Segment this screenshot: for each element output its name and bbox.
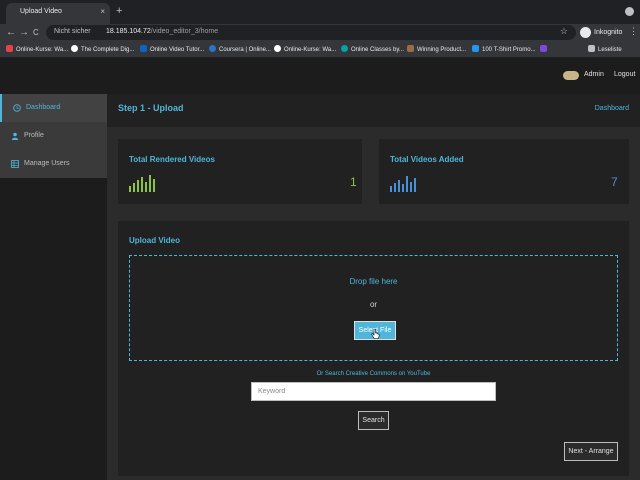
- window-control-icon[interactable]: [625, 7, 634, 16]
- forward-icon[interactable]: →: [19, 26, 29, 40]
- sidebar-item-profile[interactable]: Profile: [0, 122, 107, 150]
- stat-card-title: Total Rendered Videos: [129, 155, 215, 164]
- skillshare-icon: [341, 45, 348, 52]
- page-title: Step 1 - Upload: [118, 103, 184, 113]
- bookmark-item[interactable]: Online Classes by...: [341, 45, 404, 53]
- bookmark-item[interactable]: [540, 45, 550, 53]
- sidebar-item-label: Manage Users: [24, 160, 70, 167]
- keyword-search-input[interactable]: [251, 382, 496, 401]
- sidebar-item-manage-users[interactable]: Manage Users: [0, 150, 107, 178]
- stat-value-added: 7: [611, 175, 618, 189]
- youtube-search-link[interactable]: Or Search Creative Commons on YouTube: [118, 371, 629, 377]
- bookmark-favicon-icon: [274, 45, 281, 52]
- page-header: Step 1 - Upload Dashboard: [107, 94, 640, 127]
- address-bar[interactable]: Nicht sicher 18.185.104.72/video_editor_…: [46, 25, 576, 40]
- tab-close-icon[interactable]: ×: [100, 7, 105, 16]
- browser-tabstrip: Upload Video × +: [0, 0, 640, 24]
- table-icon: [11, 160, 19, 168]
- drop-text: Drop file here: [349, 277, 398, 286]
- coursera-icon: [209, 45, 216, 52]
- user-name[interactable]: Admin: [584, 71, 604, 78]
- breadcrumb[interactable]: Dashboard: [595, 105, 629, 112]
- bookmark-item[interactable]: The Complete Dig...: [71, 45, 134, 53]
- upload-card-title: Upload Video: [129, 236, 180, 245]
- stat-value-rendered: 1: [350, 175, 357, 189]
- stat-card-title: Total Videos Added: [390, 155, 464, 164]
- reading-list-icon: [588, 45, 595, 52]
- bookmark-item[interactable]: 100 T-Shirt Promo...: [472, 45, 536, 53]
- browser-toolbar: ← → C Nicht sicher 18.185.104.72/video_e…: [0, 24, 640, 42]
- bookmark-item[interactable]: Online-Kurse: Wa...: [274, 45, 336, 53]
- back-icon[interactable]: ←: [6, 26, 16, 40]
- next-arrange-button[interactable]: Next - Arrange: [564, 442, 618, 461]
- sidebar: Dashboard Profile Manage Users: [0, 94, 107, 480]
- tab-title: Upload Video: [20, 8, 62, 15]
- sidebar-menu: Dashboard Profile Manage Users: [0, 94, 107, 178]
- sidebar-item-dashboard[interactable]: Dashboard: [0, 94, 107, 122]
- incognito-label[interactable]: Inkognito: [594, 29, 622, 36]
- bookmarks-bar: Online-Kurse: Wa... The Complete Dig... …: [0, 42, 640, 58]
- bookmark-item[interactable]: Winning Product...: [407, 45, 466, 53]
- sidebar-item-label: Dashboard: [26, 104, 61, 111]
- clock-icon: [13, 104, 21, 112]
- search-button[interactable]: Search: [358, 411, 389, 430]
- logout-link[interactable]: Logout: [614, 71, 635, 78]
- url-path: /video_editor_3/home: [150, 28, 219, 35]
- main-content: Step 1 - Upload Dashboard Total Rendered…: [107, 94, 640, 480]
- hand-cursor-icon: [371, 329, 380, 339]
- app-topbar: Admin Logout: [0, 58, 640, 94]
- stat-card-added: Total Videos Added 7: [379, 139, 629, 204]
- bookmark-favicon-icon: [6, 45, 13, 52]
- bookmark-item[interactable]: Coursera | Online...: [209, 45, 271, 53]
- bookmark-item[interactable]: Online-Kurse: Wa...: [6, 45, 68, 53]
- sidebar-item-label: Profile: [24, 132, 44, 139]
- or-text: or: [369, 300, 378, 309]
- bookmark-item[interactable]: Online Video Tutor...: [140, 45, 204, 53]
- bookmark-favicon-icon: [540, 45, 547, 52]
- bookmark-favicon-icon: [71, 45, 78, 52]
- new-tab-icon[interactable]: +: [116, 5, 122, 17]
- user-icon: [11, 132, 19, 140]
- url-text[interactable]: 18.185.104.72/video_editor_3/home: [106, 28, 218, 35]
- reload-icon[interactable]: C: [33, 26, 39, 40]
- stat-card-rendered: Total Rendered Videos 1: [118, 139, 362, 204]
- incognito-icon[interactable]: [580, 27, 591, 38]
- file-dropzone[interactable]: Drop file here or Select File: [129, 255, 618, 361]
- bookmark-favicon-icon: [407, 45, 414, 52]
- bookmark-star-icon[interactable]: ☆: [560, 26, 568, 37]
- upload-card: Upload Video Drop file here or Select Fi…: [118, 221, 629, 476]
- linkedin-icon: [140, 45, 147, 52]
- browser-tab[interactable]: Upload Video ×: [6, 3, 110, 24]
- not-secure-label[interactable]: Nicht sicher: [54, 28, 91, 35]
- url-host: 18.185.104.72: [106, 28, 151, 35]
- browser-menu-icon[interactable]: ⋮: [629, 26, 638, 37]
- bookmark-favicon-icon: [472, 45, 479, 52]
- bar-chart-icon: [390, 176, 416, 192]
- reading-list[interactable]: Leseliste: [588, 45, 622, 53]
- bar-chart-icon: [129, 175, 155, 192]
- avatar[interactable]: [563, 71, 579, 80]
- app: Admin Logout Dashboard Profile Manage Us…: [0, 58, 640, 480]
